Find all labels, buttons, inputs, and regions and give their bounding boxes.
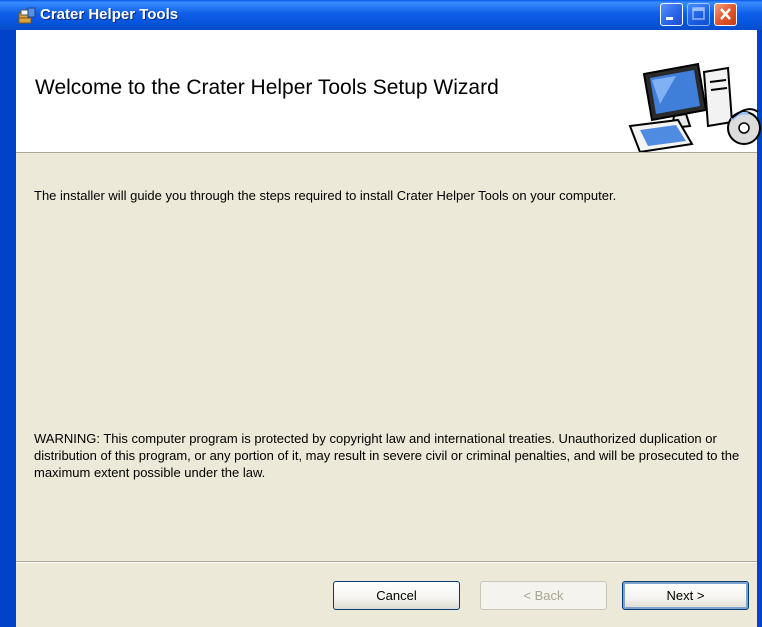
close-icon xyxy=(720,8,731,20)
back-button[interactable]: < Back xyxy=(480,581,607,610)
intro-text: The installer will guide you through the… xyxy=(34,188,617,203)
title-bar[interactable]: Crater Helper Tools xyxy=(0,0,762,30)
next-button[interactable]: Next > xyxy=(622,581,749,610)
installer-package-icon xyxy=(18,7,36,24)
page-title: Welcome to the Crater Helper Tools Setup… xyxy=(35,76,499,99)
close-button[interactable] xyxy=(714,3,737,26)
computer-with-cd-icon xyxy=(628,62,761,152)
footer-divider xyxy=(16,561,757,563)
wizard-banner: Welcome to the Crater Helper Tools Setup… xyxy=(16,30,761,153)
copyright-warning: WARNING: This computer program is protec… xyxy=(34,431,740,480)
window-title: Crater Helper Tools xyxy=(40,6,179,23)
wizard-client-area: Welcome to the Crater Helper Tools Setup… xyxy=(16,30,761,627)
installer-window: Crater Helper Tools Welcome to the Crate… xyxy=(0,0,762,627)
maximize-icon xyxy=(692,7,705,20)
cancel-button[interactable]: Cancel xyxy=(333,581,460,610)
maximize-button[interactable] xyxy=(687,3,710,26)
window-frame-left xyxy=(0,30,16,627)
minimize-icon xyxy=(666,17,673,20)
minimize-button[interactable] xyxy=(660,3,683,26)
